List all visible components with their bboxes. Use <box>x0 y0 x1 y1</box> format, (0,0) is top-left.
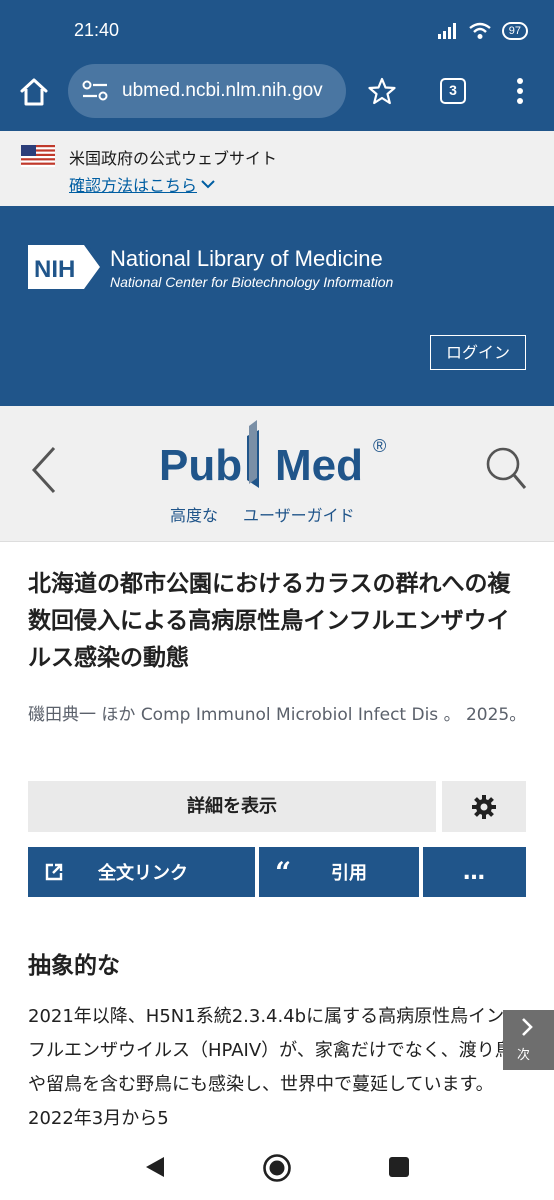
url-bar[interactable]: ubmed.ncbi.nlm.nih.gov <box>68 64 346 118</box>
home-icon[interactable] <box>18 76 50 108</box>
pubmed-header: Pub Med ® 高度な ユーザーガイド <box>0 406 554 542</box>
next-article-button[interactable]: 次 <box>503 1010 554 1070</box>
nih-logo-text: NIH <box>34 256 75 283</box>
gear-icon <box>472 794 496 819</box>
abstract-heading: 抽象的な <box>28 953 120 979</box>
tune-icon[interactable] <box>82 80 108 102</box>
login-button[interactable]: ログイン <box>430 335 526 370</box>
full-text-label: 全文リンク <box>98 863 188 884</box>
user-guide-link[interactable]: ユーザーガイド <box>243 502 355 526</box>
status-icons: 97 <box>437 22 528 40</box>
nav-recent-icon[interactable] <box>388 1156 410 1178</box>
us-flag-icon <box>21 145 55 167</box>
nlm-header: NIH National Library of Medicine Nationa… <box>0 206 554 406</box>
nlm-subtitle: National Center for Biotechnology Inform… <box>110 274 394 290</box>
next-label: 次 <box>517 1048 531 1063</box>
pubmed-logo[interactable]: Pub Med ® <box>155 418 405 502</box>
nav-home-icon[interactable] <box>262 1153 292 1183</box>
pubmed-logo-pub: Pub <box>159 441 242 490</box>
advanced-search-link[interactable]: 高度な <box>170 502 218 526</box>
external-link-icon <box>45 863 63 881</box>
browser-toolbar: ubmed.ncbi.nlm.nih.gov 3 <box>0 64 554 131</box>
article-citation: 磯田典一 ほか Comp Immunol Microbiol Infect Di… <box>28 700 528 730</box>
nav-back-icon[interactable] <box>144 1155 166 1179</box>
url-text: ubmed.ncbi.nlm.nih.gov <box>122 80 323 101</box>
wifi-icon <box>469 22 491 39</box>
search-icon[interactable] <box>484 444 528 492</box>
cite-button[interactable]: “ 引用 <box>259 847 419 897</box>
tabs-icon[interactable]: 3 <box>440 78 466 104</box>
how-to-verify-link[interactable]: 確認方法はこちら <box>69 172 215 196</box>
nih-logo[interactable]: NIH <box>28 243 102 291</box>
quote-icon: “ <box>275 856 292 889</box>
chevron-right-icon <box>522 1018 533 1036</box>
display-options-button[interactable] <box>442 781 526 832</box>
star-icon[interactable] <box>368 77 396 105</box>
battery-indicator: 97 <box>501 22 528 40</box>
pubmed-logo-registered: ® <box>373 436 386 456</box>
more-vert-icon[interactable] <box>510 76 530 106</box>
article-title: 北海道の都市公園におけるカラスの群れへの複数回侵入による高病原性鳥インフルエンザ… <box>28 571 511 671</box>
journal-citation: Comp Immunol Microbiol Infect Dis 。 2025… <box>140 705 527 725</box>
pubmed-logo-med: Med <box>275 441 363 490</box>
nlm-title: National Library of Medicine <box>110 246 383 271</box>
full-text-links-button[interactable]: 全文リンク <box>28 847 255 897</box>
abstract-text: 2021年以降、H5N1系統2.3.4.4bに属する高病原性鳥インフルエンザウイ… <box>28 1006 513 1129</box>
back-chevron-icon[interactable] <box>26 442 62 498</box>
how-to-verify-label: 確認方法はこちら <box>69 176 198 195</box>
status-time: 21:40 <box>74 20 120 40</box>
more-actions-button[interactable]: … <box>423 847 526 897</box>
cite-label: 引用 <box>331 863 367 884</box>
chevron-down-icon <box>201 180 215 189</box>
system-nav-bar <box>0 1138 554 1200</box>
status-bar: 21:40 97 <box>0 0 554 64</box>
author-list[interactable]: 磯田典一 ほか <box>28 705 135 725</box>
show-details-button[interactable]: 詳細を表示 <box>28 781 436 832</box>
gov-banner: 米国政府の公式ウェブサイト 確認方法はこちら <box>0 131 554 206</box>
gov-banner-text: 米国政府の公式ウェブサイト <box>69 149 278 168</box>
signal-icon <box>437 23 456 39</box>
